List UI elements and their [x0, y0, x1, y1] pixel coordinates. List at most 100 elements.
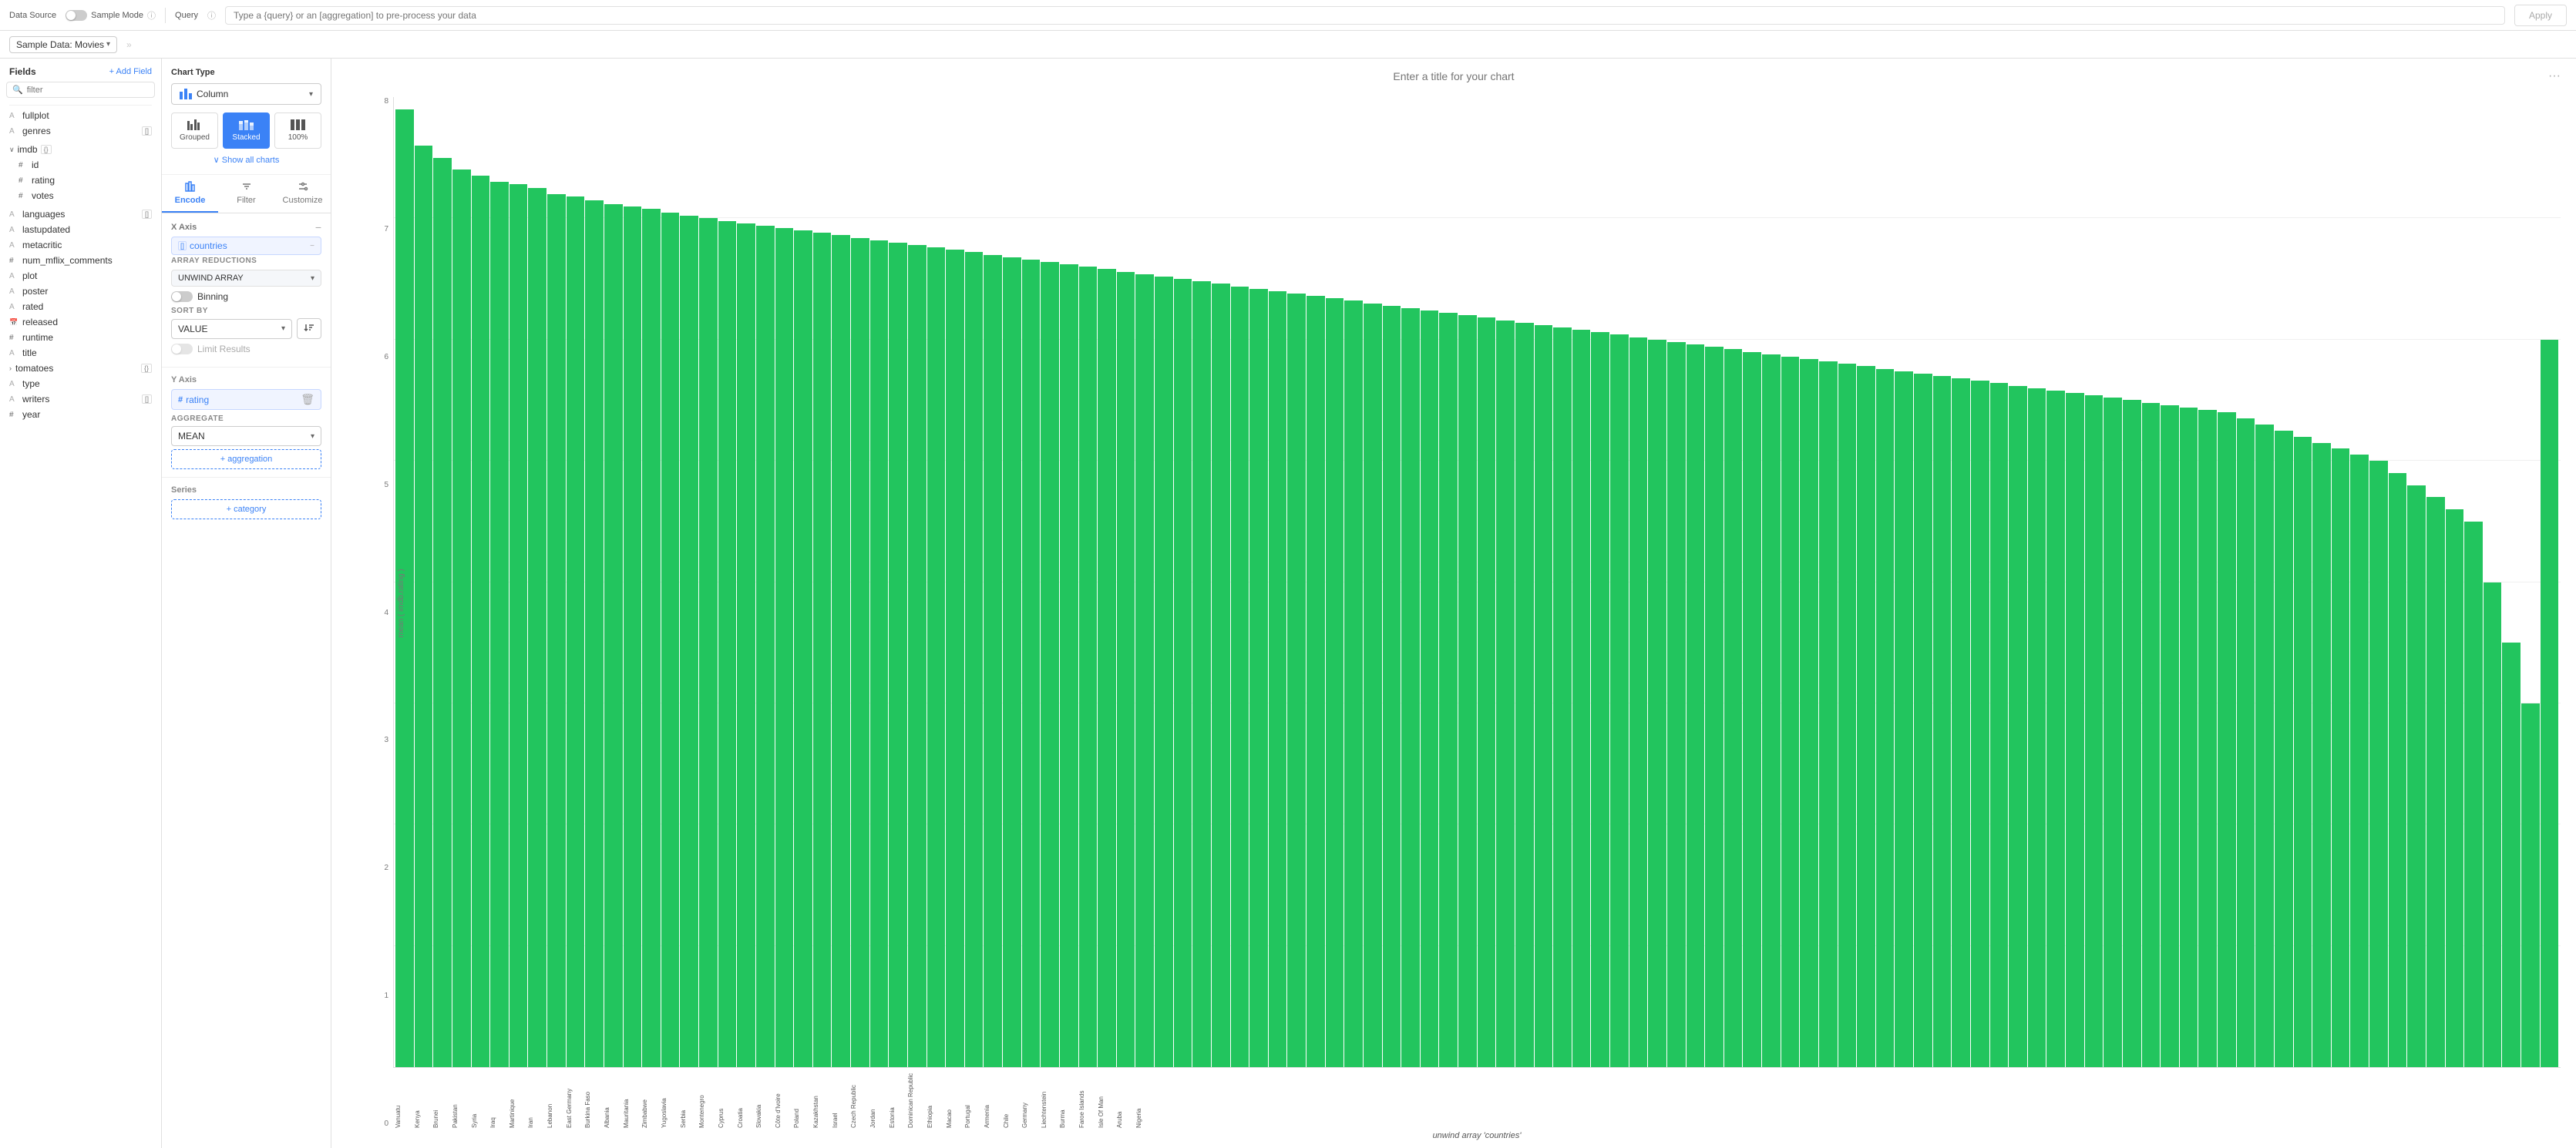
- sample-mode-toggle[interactable]: Sample Mode ⓘ: [66, 9, 156, 22]
- bar[interactable]: [718, 221, 737, 1067]
- bar[interactable]: [604, 204, 623, 1068]
- limit-toggle[interactable]: [171, 344, 193, 354]
- x-axis-minimize-icon[interactable]: −: [315, 221, 321, 233]
- bar[interactable]: [2350, 455, 2369, 1067]
- bar[interactable]: [1041, 262, 1059, 1067]
- bar[interactable]: [1098, 269, 1116, 1067]
- bar[interactable]: [2484, 582, 2502, 1068]
- bar[interactable]: [1724, 349, 1743, 1067]
- toggle-track[interactable]: [66, 10, 87, 21]
- bar[interactable]: [1838, 364, 1857, 1067]
- bar[interactable]: [775, 228, 794, 1067]
- bar[interactable]: [1648, 340, 1666, 1067]
- bar[interactable]: [1610, 334, 1629, 1067]
- bar[interactable]: [2312, 443, 2331, 1067]
- bar[interactable]: [1857, 366, 1875, 1067]
- bar[interactable]: [2237, 418, 2255, 1067]
- y-field-remove-icon[interactable]: 🗑: [301, 393, 314, 406]
- y-axis-field-chip[interactable]: # rating 🗑: [171, 389, 321, 410]
- bar[interactable]: [2332, 448, 2350, 1067]
- field-item-genres[interactable]: A genres []: [0, 123, 161, 139]
- bar[interactable]: [547, 194, 566, 1067]
- bar[interactable]: [1117, 272, 1135, 1067]
- bar[interactable]: [1553, 327, 1572, 1067]
- query-input[interactable]: [225, 6, 2505, 25]
- tab-customize[interactable]: Customize: [274, 175, 331, 213]
- bar[interactable]: [1572, 330, 1591, 1067]
- tab-filter[interactable]: Filter: [218, 175, 274, 213]
- minimize-icon[interactable]: −: [310, 242, 314, 250]
- bar[interactable]: [946, 250, 964, 1067]
- bar[interactable]: [1591, 332, 1609, 1067]
- x-axis-field-chip[interactable]: [] countries −: [171, 237, 321, 255]
- bar[interactable]: [452, 170, 471, 1067]
- bar[interactable]: [2464, 522, 2483, 1067]
- bar[interactable]: [2123, 400, 2141, 1067]
- field-group-header-imdb[interactable]: ∨ imdb {}: [9, 142, 152, 157]
- field-item-languages[interactable]: A languages []: [0, 206, 161, 222]
- bar[interactable]: [756, 226, 775, 1067]
- bar[interactable]: [585, 200, 604, 1067]
- field-item-imdb-rating[interactable]: # rating: [18, 173, 152, 188]
- bar[interactable]: [1174, 279, 1192, 1067]
- field-item-imdb-id[interactable]: # id: [18, 157, 152, 173]
- fields-search-input[interactable]: [27, 86, 149, 95]
- bar[interactable]: [2180, 408, 2198, 1067]
- tab-encode[interactable]: Encode: [162, 175, 218, 213]
- bar[interactable]: [2294, 437, 2312, 1067]
- bar[interactable]: [870, 240, 889, 1067]
- query-info-icon[interactable]: ⓘ: [207, 9, 216, 22]
- bar[interactable]: [1383, 306, 1401, 1067]
- bar[interactable]: [1819, 361, 1838, 1067]
- field-item-lastupdated[interactable]: A lastupdated: [0, 222, 161, 237]
- bar[interactable]: [1687, 344, 1705, 1067]
- bar[interactable]: [1515, 323, 1534, 1067]
- aggregate-select[interactable]: MEAN ▾: [171, 426, 321, 446]
- bar[interactable]: [794, 230, 812, 1067]
- percent-variant-button[interactable]: 100%: [274, 112, 321, 149]
- bar[interactable]: [528, 188, 546, 1067]
- bar[interactable]: [984, 255, 1002, 1067]
- bar[interactable]: [1914, 374, 1932, 1067]
- field-item-released[interactable]: 📅 released: [0, 314, 161, 330]
- bar[interactable]: [2028, 388, 2046, 1067]
- bar[interactable]: [2085, 395, 2104, 1067]
- bar[interactable]: [699, 218, 718, 1067]
- bar[interactable]: [2389, 473, 2407, 1067]
- show-all-charts-link[interactable]: ∨ Show all charts: [171, 155, 321, 165]
- bar[interactable]: [1060, 264, 1078, 1067]
- bar[interactable]: [2275, 431, 2293, 1067]
- bar[interactable]: [1155, 277, 1173, 1067]
- bar[interactable]: [2009, 386, 2027, 1067]
- bar[interactable]: [2161, 405, 2179, 1067]
- chart-type-select[interactable]: Column ▾: [171, 83, 321, 105]
- field-item-type[interactable]: A type: [0, 376, 161, 391]
- bar[interactable]: [1535, 325, 1553, 1067]
- bar[interactable]: [2502, 643, 2521, 1067]
- add-category-button[interactable]: + category: [171, 499, 321, 519]
- field-item-rated[interactable]: A rated: [0, 299, 161, 314]
- bar[interactable]: [1800, 359, 1818, 1067]
- chart-menu-button[interactable]: ···: [2548, 69, 2561, 83]
- bar[interactable]: [2541, 340, 2559, 1067]
- bar[interactable]: [1952, 378, 1970, 1067]
- chart-title-input[interactable]: [1085, 70, 1822, 82]
- field-item-imdb-votes[interactable]: # votes: [18, 188, 152, 203]
- bar[interactable]: [1192, 281, 1211, 1067]
- bar[interactable]: [832, 235, 850, 1067]
- fields-search-box[interactable]: 🔍: [6, 82, 155, 98]
- field-item-year[interactable]: # year: [0, 407, 161, 422]
- bar[interactable]: [1478, 317, 1496, 1067]
- bar[interactable]: [1496, 321, 1515, 1067]
- bar[interactable]: [2521, 703, 2540, 1067]
- bar[interactable]: [2255, 425, 2274, 1067]
- bar[interactable]: [889, 243, 907, 1067]
- bar[interactable]: [908, 245, 926, 1067]
- apply-button[interactable]: Apply: [2514, 5, 2567, 26]
- grouped-variant-button[interactable]: Grouped: [171, 112, 218, 149]
- bar[interactable]: [415, 146, 433, 1067]
- unwind-array-select[interactable]: UNWIND ARRAY ▾: [171, 270, 321, 287]
- bar[interactable]: [490, 182, 509, 1067]
- bar[interactable]: [1458, 315, 1477, 1067]
- bar[interactable]: [851, 238, 869, 1067]
